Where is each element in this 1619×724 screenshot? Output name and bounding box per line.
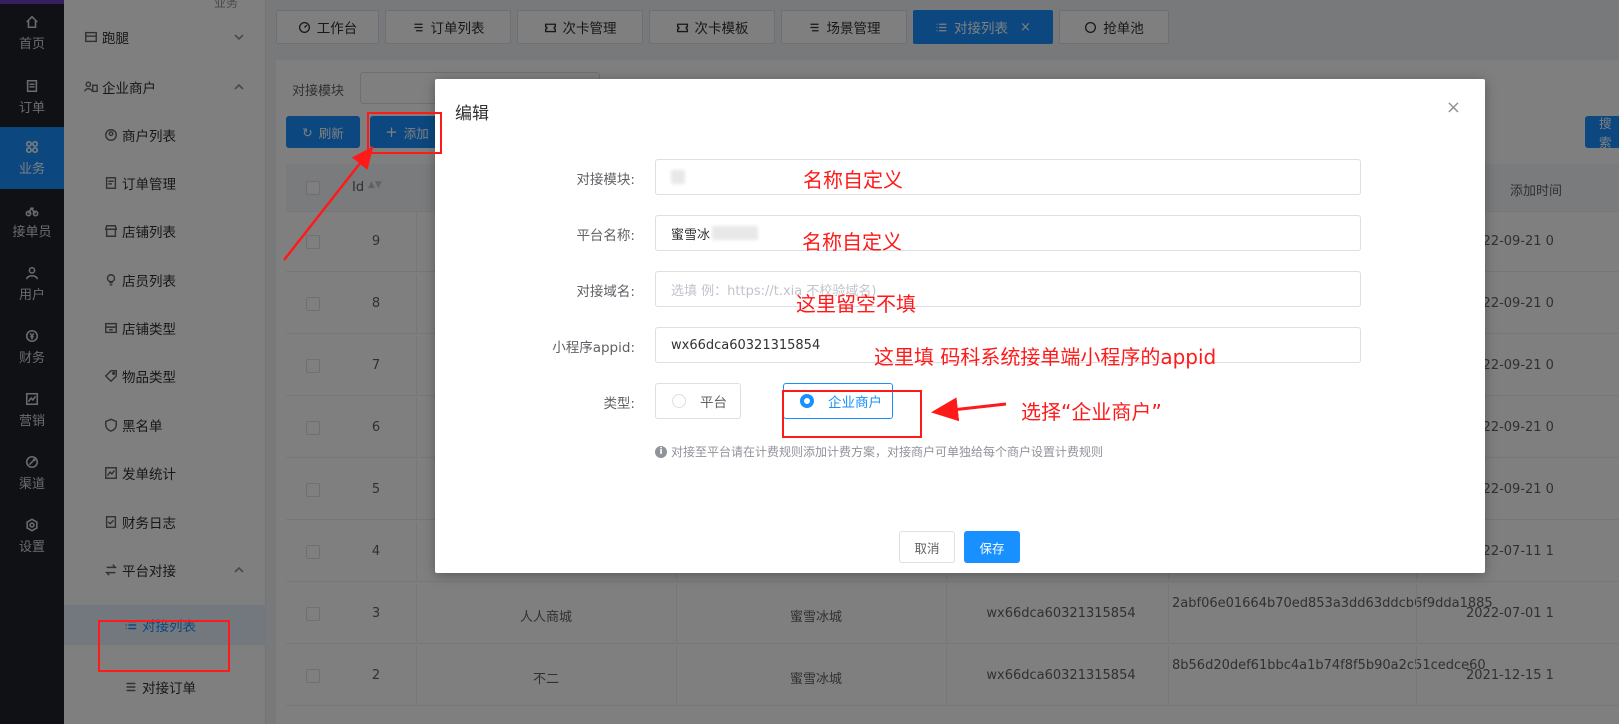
redacted-text [712,226,759,240]
annotation-appid: 这里填 码科系统接单端小程序的appid [874,345,1217,369]
save-label: 保存 [979,540,1005,556]
radio-circle [672,394,686,408]
domain-input[interactable]: 选填 例：https://t.xia 不校验域名) [655,271,1361,307]
appid-value: wx66dca60321315854 [671,337,821,353]
info-icon: i [655,445,667,458]
platform-value: 蜜雪冰 [671,227,711,243]
annotation-domain: 这里留空不填 [796,292,916,316]
cancel-button[interactable]: 取消 [899,531,955,563]
radio-label: 平台 [700,395,727,411]
appid-label: 小程序appid: [552,340,635,356]
highlight-dock-list [98,620,230,672]
cancel-label: 取消 [914,540,940,556]
edit-dialog: 编辑 × 对接模块: 平台名称: 蜜雪冰 对接域名: 选填 例：https://… [435,79,1485,573]
type-label: 类型: [603,396,635,412]
annotation-platform: 名称自定义 [802,230,902,254]
highlight-add-button [367,112,442,154]
highlight-enterprise-radio [782,390,922,438]
close-icon[interactable]: × [1446,97,1461,118]
platform-label: 平台名称: [576,228,635,244]
annotation-type: 选择“企业商户” [1021,400,1162,424]
annotation-module: 名称自定义 [803,168,903,192]
module-input[interactable] [655,159,1361,195]
save-button[interactable]: 保存 [964,531,1020,563]
type-hint: i 对接至平台请在计费规则添加计费方案，对接商户可单独给每个商户设置计费规则 [655,443,1103,460]
hint-text: 对接至平台请在计费规则添加计费方案，对接商户可单独给每个商户设置计费规则 [671,445,1104,459]
platform-input[interactable]: 蜜雪冰 [655,215,1361,251]
dialog-title: 编辑 [455,104,489,124]
redacted-text [671,170,685,184]
domain-label: 对接域名: [576,284,635,300]
module-label: 对接模块: [576,172,635,188]
radio-platform[interactable]: 平台 [655,383,741,419]
